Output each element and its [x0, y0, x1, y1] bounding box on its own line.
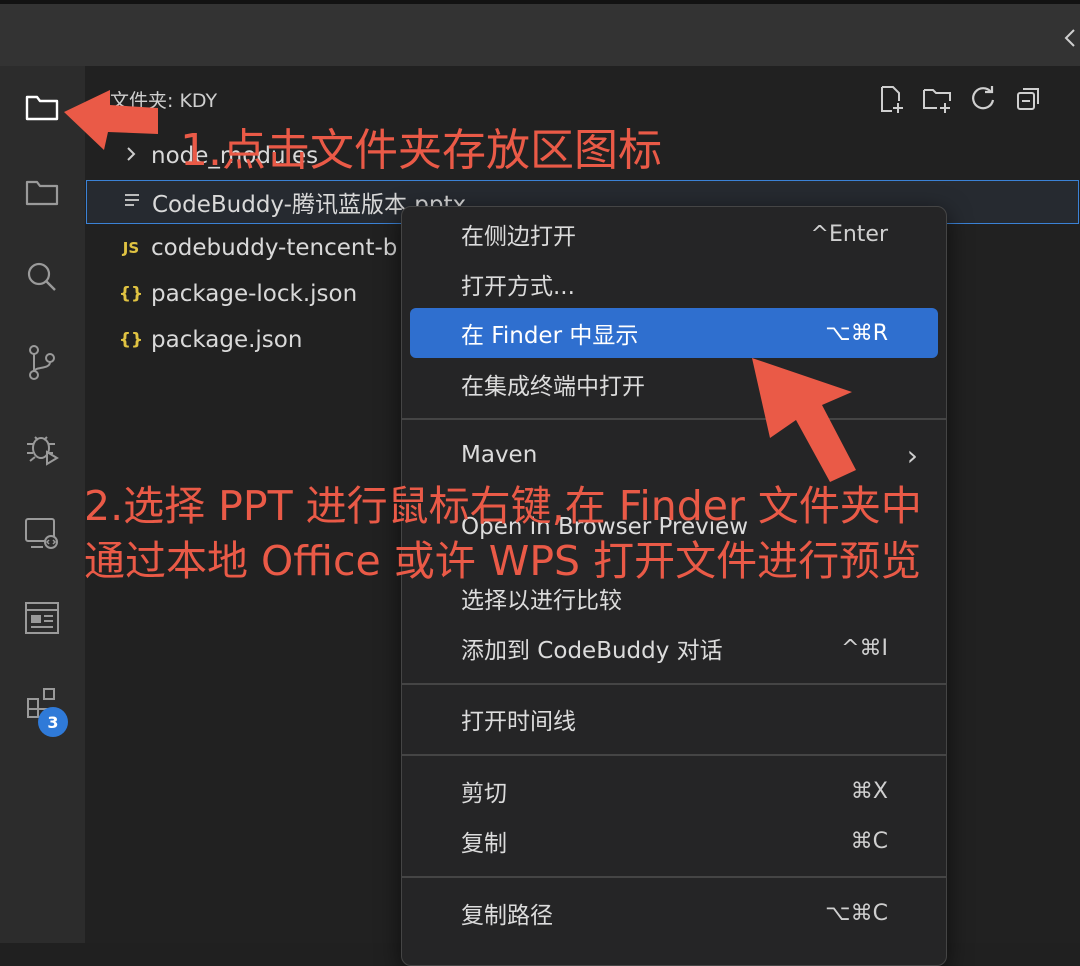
menu-item-shortcut: ⌘X — [850, 778, 888, 804]
menu-item-maven[interactable]: Maven › — [410, 430, 938, 480]
tree-item-label: package.json — [151, 327, 303, 353]
source-control-icon[interactable] — [20, 340, 64, 384]
json-icon: {} — [118, 330, 144, 350]
menu-separator — [402, 418, 946, 420]
menu-item-select-for-compare[interactable]: 选择以进行比较 — [410, 573, 938, 623]
tree-item-folder[interactable]: node_modules — [86, 134, 1079, 178]
menu-item-open-in-terminal[interactable]: 在集成终端中打开 — [410, 359, 938, 409]
title-bar — [0, 0, 1080, 66]
folder-icon[interactable] — [20, 170, 64, 214]
menu-item-open-to-side[interactable]: 在侧边打开 ^Enter — [410, 209, 938, 259]
tree-item-label: codebuddy-tencent-b — [151, 235, 398, 261]
menu-item-add-to-codebuddy-chat[interactable]: 添加到 CodeBuddy 对话 ^⌘I — [410, 623, 938, 673]
explorer-actions — [874, 82, 1046, 116]
submenu-chevron-icon: › — [906, 438, 918, 472]
menu-item-label: 复制 — [461, 831, 507, 857]
menu-item-reveal-in-finder[interactable]: 在 Finder 中显示 ⌥⌘R — [410, 308, 938, 358]
new-file-icon[interactable] — [874, 82, 908, 116]
debug-icon[interactable] — [20, 425, 64, 469]
new-folder-icon[interactable] — [920, 82, 954, 116]
menu-separator — [402, 683, 946, 685]
file-lines-icon — [117, 192, 147, 213]
menu-item-label: Open in Browser Preview — [461, 514, 749, 540]
menu-separator — [402, 754, 946, 756]
menu-item-shortcut: ⌥⌘R — [825, 320, 888, 346]
menu-item-label: 打开方式... — [461, 274, 575, 300]
menu-item-open-with[interactable]: 打开方式... — [410, 259, 938, 309]
menu-item-open-timeline[interactable]: 打开时间线 — [410, 694, 938, 744]
menu-item-label: 复制路径 — [461, 903, 553, 929]
menu-item-label: 在集成终端中打开 — [461, 374, 645, 400]
menu-item-cut[interactable]: 剪切 ⌘X — [410, 766, 938, 816]
chevron-right-icon — [116, 145, 146, 168]
tree-item-label: node_modules — [151, 143, 319, 169]
folder-icon[interactable] — [20, 85, 64, 129]
menu-separator — [402, 876, 946, 878]
menu-item-copy[interactable]: 复制 ⌘C — [410, 816, 938, 866]
menu-item-label: 在侧边打开 — [461, 224, 576, 250]
extensions-badge: 3 — [38, 707, 68, 737]
menu-item-label: Maven — [461, 442, 538, 468]
menu-item-shortcut: ⌘C — [850, 828, 888, 854]
menu-item-copy-path[interactable]: 复制路径 ⌥⌘C — [410, 888, 938, 938]
explorer-title: 文件夹: KDY — [110, 90, 218, 112]
browser-icon[interactable] — [20, 596, 64, 640]
menu-item-shortcut: ⌥⌘C — [825, 900, 888, 926]
menu-item-label: 剪切 — [461, 781, 507, 807]
tree-item-label: package-lock.json — [151, 281, 358, 307]
remote-explorer-icon[interactable] — [20, 512, 64, 556]
refresh-icon[interactable] — [966, 82, 1000, 116]
context-menu: 在侧边打开 ^Enter 打开方式... 在 Finder 中显示 ⌥⌘R 在集… — [401, 206, 947, 966]
js-icon: JS — [122, 239, 140, 257]
collapse-all-icon[interactable] — [1012, 82, 1046, 116]
menu-item-label: 打开时间线 — [461, 709, 576, 735]
menu-item-label: 选择以进行比较 — [461, 588, 622, 614]
menu-item-shortcut: ^Enter — [810, 221, 888, 247]
menu-item-label: 在 Finder 中显示 — [461, 323, 639, 349]
menu-item-shortcut: ^⌘I — [841, 635, 888, 661]
chevron-left-icon[interactable] — [1062, 24, 1078, 52]
json-icon: {} — [118, 284, 144, 304]
menu-item-open-in-browser-preview[interactable]: Open in Browser Preview — [410, 502, 938, 552]
menu-item-label: 添加到 CodeBuddy 对话 — [461, 638, 723, 664]
search-icon[interactable] — [20, 255, 64, 299]
